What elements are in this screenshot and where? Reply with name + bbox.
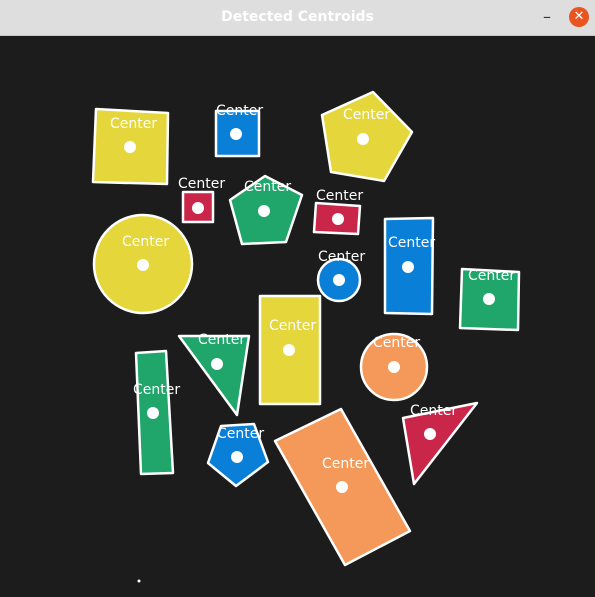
- centroid-dot: [124, 141, 136, 153]
- center-label: Center: [343, 107, 390, 123]
- center-label: Center: [198, 332, 245, 348]
- center-label: Center: [316, 188, 363, 204]
- centroid-dot: [211, 358, 223, 370]
- centroid-dot: [192, 202, 204, 214]
- center-label: Center: [217, 426, 264, 442]
- close-button[interactable]: ✕: [569, 7, 589, 27]
- center-label: Center: [373, 335, 420, 351]
- minimize-button[interactable]: –: [537, 8, 557, 28]
- center-label: Center: [122, 234, 169, 250]
- app-window: Detected Centroids – ✕ Center Center Cen…: [0, 0, 595, 597]
- centroid-dot: [332, 213, 344, 225]
- centroid-dot: [333, 274, 345, 286]
- centroid-dot: [402, 261, 414, 273]
- center-label: Center: [318, 249, 365, 265]
- canvas-speck: [137, 579, 141, 583]
- centroid-dot: [283, 344, 295, 356]
- centroid-dot: [424, 428, 436, 440]
- center-label: Center: [269, 318, 316, 334]
- title-bar[interactable]: Detected Centroids – ✕: [0, 0, 595, 36]
- centroid-dot: [388, 361, 400, 373]
- center-label: Center: [410, 403, 457, 419]
- center-label: Center: [322, 456, 369, 472]
- center-label: Center: [388, 235, 435, 251]
- center-label: Center: [244, 179, 291, 195]
- center-label: Center: [216, 103, 263, 119]
- center-label: Center: [133, 382, 180, 398]
- centroid-dot: [230, 128, 242, 140]
- centroid-dot: [231, 451, 243, 463]
- centroid-dot: [147, 407, 159, 419]
- centroid-dot: [336, 481, 348, 493]
- center-label: Center: [110, 116, 157, 132]
- centroid-dot: [137, 259, 149, 271]
- center-label: Center: [468, 268, 515, 284]
- window-title: Detected Centroids: [221, 9, 374, 25]
- centroid-dot: [483, 293, 495, 305]
- centroid-dot: [357, 133, 369, 145]
- centroid-dot: [258, 205, 270, 217]
- detection-canvas: Center Center Center Center Center Cente…: [0, 36, 595, 597]
- image-canvas: Center Center Center Center Center Cente…: [0, 36, 595, 597]
- center-label: Center: [178, 176, 225, 192]
